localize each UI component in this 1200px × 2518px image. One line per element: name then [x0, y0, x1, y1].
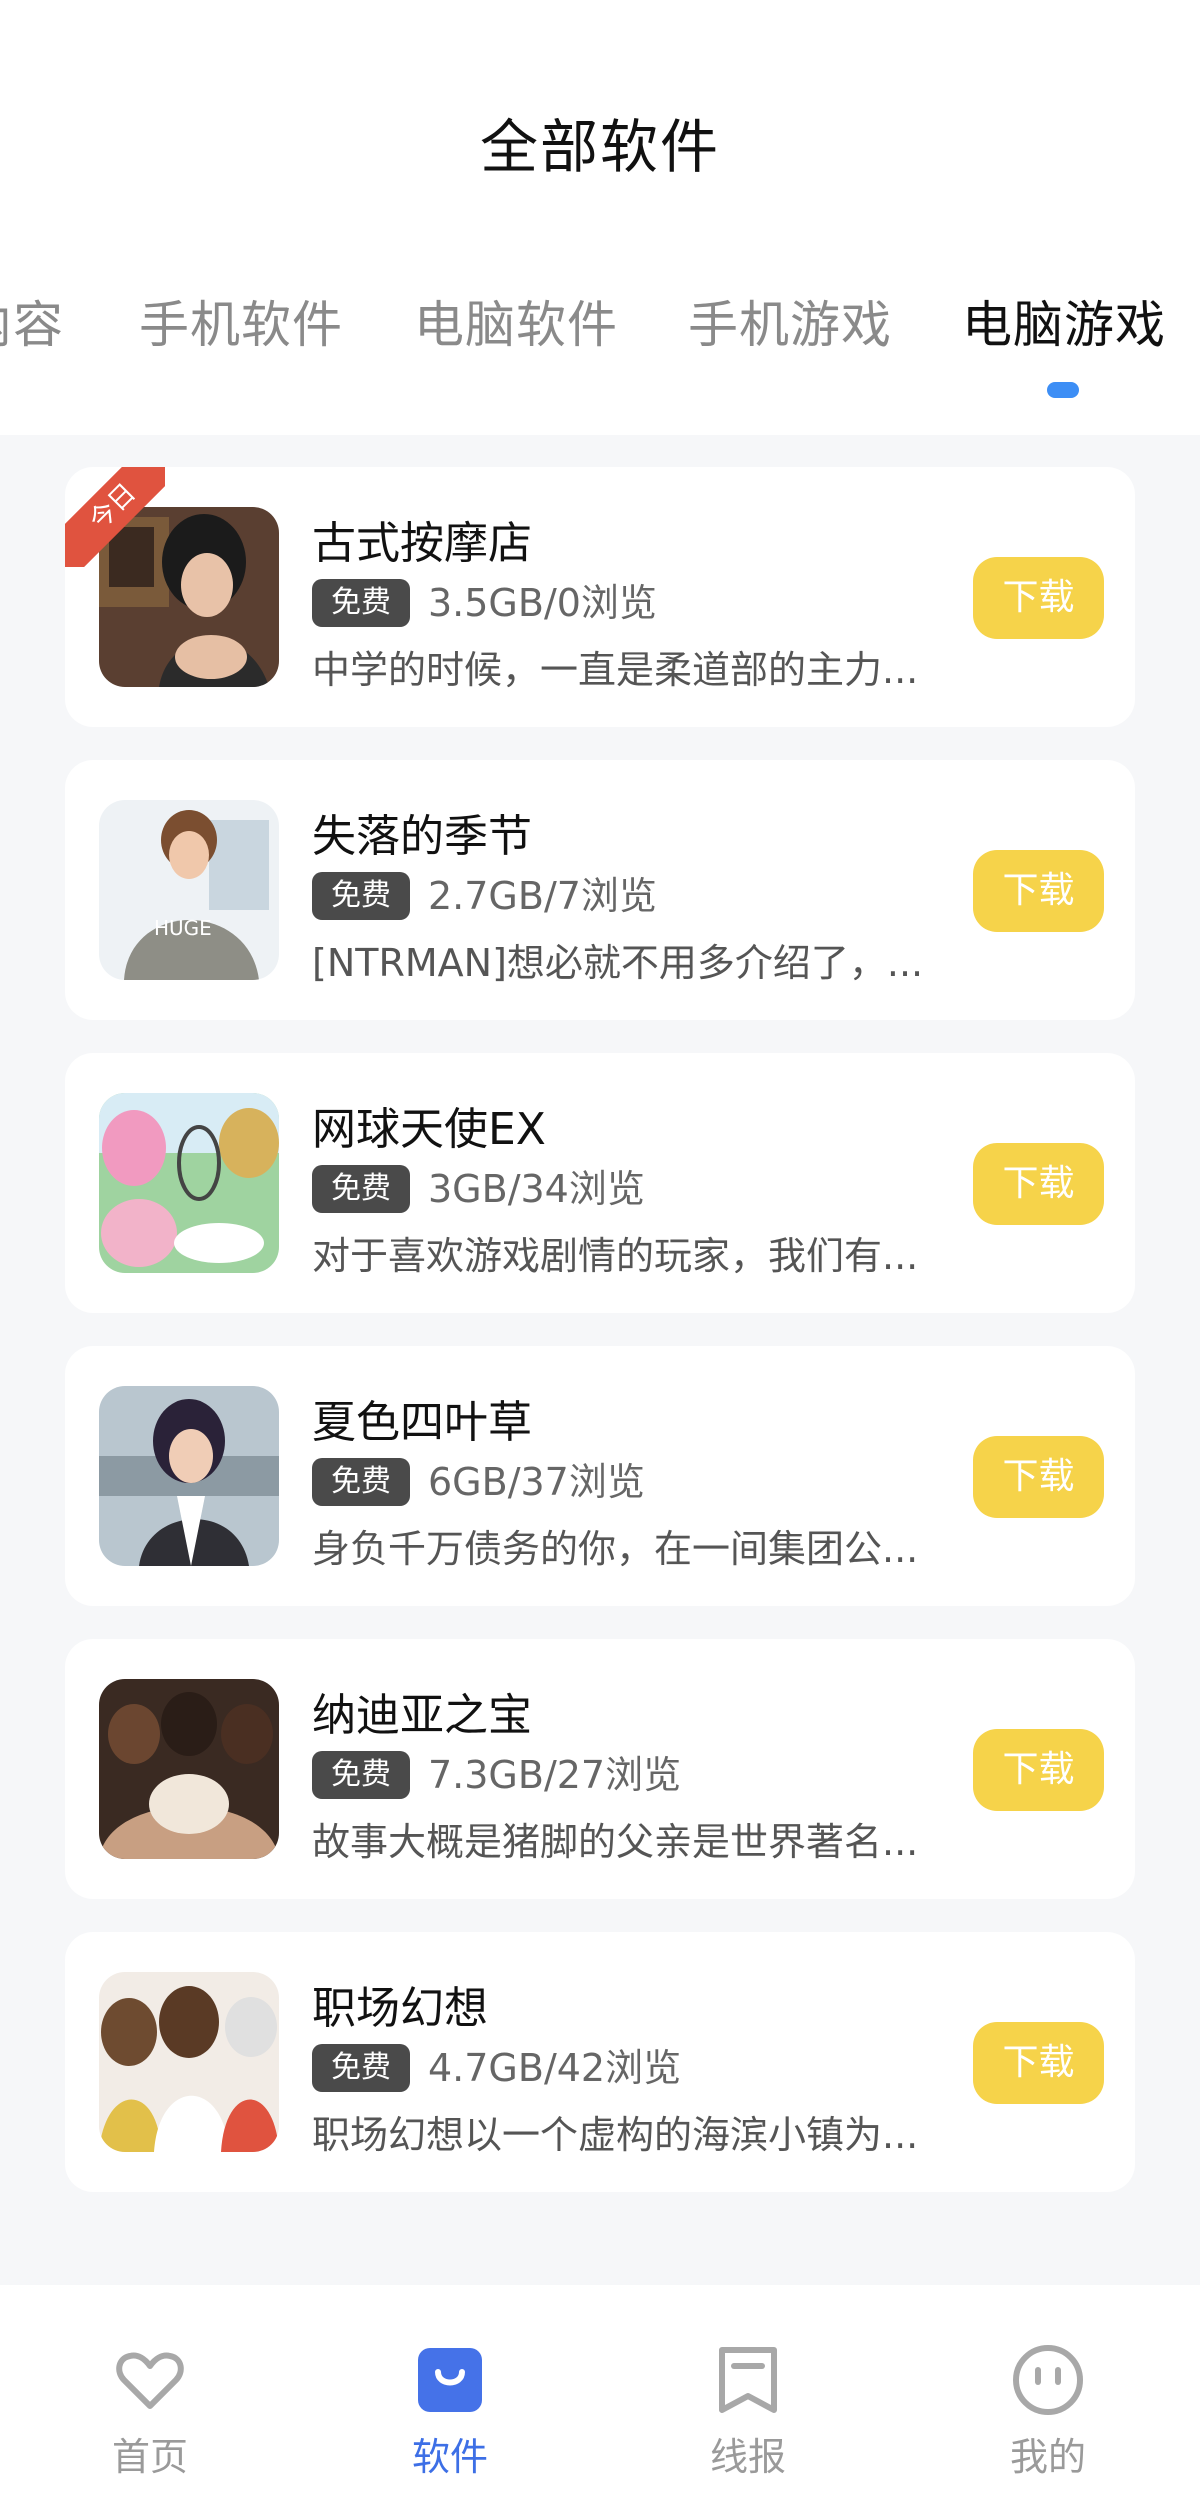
header: 全部软件 内容 手机软件 电脑软件 手机游戏 电脑游戏	[0, 0, 1200, 435]
free-badge: 免费	[312, 1458, 410, 1506]
free-badge: 免费	[312, 872, 410, 920]
item-stats: 7.3GB/27浏览	[428, 1753, 682, 1797]
nav-mine[interactable]: 我的	[948, 2340, 1148, 2481]
nav-label: 首页	[111, 2435, 188, 2479]
item-title: 纳迪亚之宝	[312, 1690, 532, 1741]
list-item[interactable]: HUGE 失落的季节 免费 2.7GB/7浏览 [NTRMAN]想必就不用多介绍…	[65, 760, 1135, 1020]
free-badge: 免费	[312, 579, 410, 627]
today-ribbon: 今日	[65, 467, 165, 567]
active-tab-indicator	[1047, 382, 1079, 398]
svg-text:HUGE: HUGE	[154, 916, 212, 940]
list-item[interactable]: 纳迪亚之宝 免费 7.3GB/27浏览 故事大概是猪脚的父亲是世界著名... 下…	[65, 1639, 1135, 1899]
item-stats: 3.5GB/0浏览	[428, 581, 657, 625]
list-item[interactable]: 今日 古式按摩店 免费 3.5GB/0浏览 中学的时候，一直是柔道部的主力...…	[65, 467, 1135, 727]
item-title: 职场幻想	[312, 1983, 488, 2034]
item-description: 身负千万债务的你，在一间集团公...	[312, 1527, 919, 1571]
thumbnail-image	[99, 1093, 279, 1273]
thumbnail-image	[99, 1972, 279, 2152]
free-badge: 免费	[312, 1165, 410, 1213]
item-stats: 6GB/37浏览	[428, 1460, 645, 1504]
download-button[interactable]: 下载	[973, 1143, 1104, 1225]
free-badge: 免费	[312, 2044, 410, 2092]
item-title: 古式按摩店	[312, 518, 532, 569]
item-stats: 4.7GB/42浏览	[428, 2046, 682, 2090]
item-description: 故事大概是猪脚的父亲是世界著名...	[312, 1820, 919, 1864]
nav-label: 线报	[709, 2435, 786, 2479]
face-icon	[1013, 2345, 1083, 2415]
page-title: 全部软件	[479, 113, 720, 181]
tab-mobile-software[interactable]: 手机软件	[139, 285, 343, 357]
thumbnail-image	[99, 1679, 279, 1859]
nav-label: 我的	[1009, 2435, 1086, 2479]
nav-label: 软件	[411, 2435, 488, 2479]
item-description: 中学的时候，一直是柔道部的主力...	[312, 648, 919, 692]
list-item[interactable]: 夏色四叶草 免费 6GB/37浏览 身负千万债务的你，在一间集团公... 下载	[65, 1346, 1135, 1606]
item-title: 网球天使EX	[312, 1104, 546, 1155]
thumbnail-image	[99, 1386, 279, 1566]
tab-content[interactable]: 内容	[0, 285, 64, 357]
item-title: 夏色四叶草	[312, 1397, 532, 1448]
item-stats: 3GB/34浏览	[428, 1167, 645, 1211]
ribbon-label: 今日	[65, 467, 165, 567]
nav-software[interactable]: 软件	[350, 2340, 550, 2481]
category-tabs: 内容 手机软件 电脑软件 手机游戏 电脑游戏	[0, 285, 1200, 355]
nav-news[interactable]: 线报	[648, 2340, 848, 2481]
item-description: 对于喜欢游戏剧情的玩家，我们有...	[312, 1234, 919, 1278]
download-button[interactable]: 下载	[973, 850, 1104, 932]
free-badge: 免费	[312, 1751, 410, 1799]
list-item[interactable]: 网球天使EX 免费 3GB/34浏览 对于喜欢游戏剧情的玩家，我们有... 下载	[65, 1053, 1135, 1313]
item-description: 职场幻想以一个虚构的海滨小镇为...	[312, 2113, 919, 2157]
item-stats: 2.7GB/7浏览	[428, 874, 657, 918]
download-button[interactable]: 下载	[973, 2022, 1104, 2104]
tab-pc-games[interactable]: 电脑游戏	[962, 285, 1166, 357]
item-description: [NTRMAN]想必就不用多介绍了，...	[312, 941, 924, 985]
heart-icon	[116, 2352, 184, 2409]
tab-pc-software[interactable]: 电脑软件	[414, 285, 618, 357]
nav-home[interactable]: 首页	[50, 2340, 250, 2481]
shopping-bag-icon	[418, 2348, 482, 2412]
download-button[interactable]: 下载	[973, 557, 1104, 639]
bookmark-icon	[719, 2347, 777, 2413]
list-item[interactable]: 职场幻想 免费 4.7GB/42浏览 职场幻想以一个虚构的海滨小镇为... 下载	[65, 1932, 1135, 2192]
download-button[interactable]: 下载	[973, 1436, 1104, 1518]
item-title: 失落的季节	[312, 811, 532, 862]
download-button[interactable]: 下载	[973, 1729, 1104, 1811]
thumbnail-image: HUGE	[99, 800, 279, 980]
bottom-nav: 首页 软件 线报 我的	[0, 2285, 1200, 2518]
tab-mobile-games[interactable]: 手机游戏	[688, 285, 892, 357]
